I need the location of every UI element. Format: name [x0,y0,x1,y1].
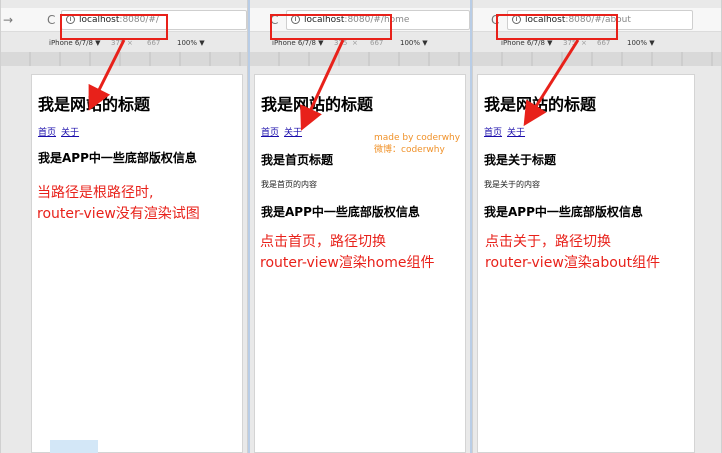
taskbar-thumbnail [50,440,98,453]
arrow-about [523,39,580,127]
arrow-root [88,39,126,111]
arrow-overlay [88,39,580,131]
screenshot-stage: → C i localhost:8080/#/ iPhone 6/7/8 ▼ 37… [0,0,722,453]
arrow-home [300,39,345,131]
